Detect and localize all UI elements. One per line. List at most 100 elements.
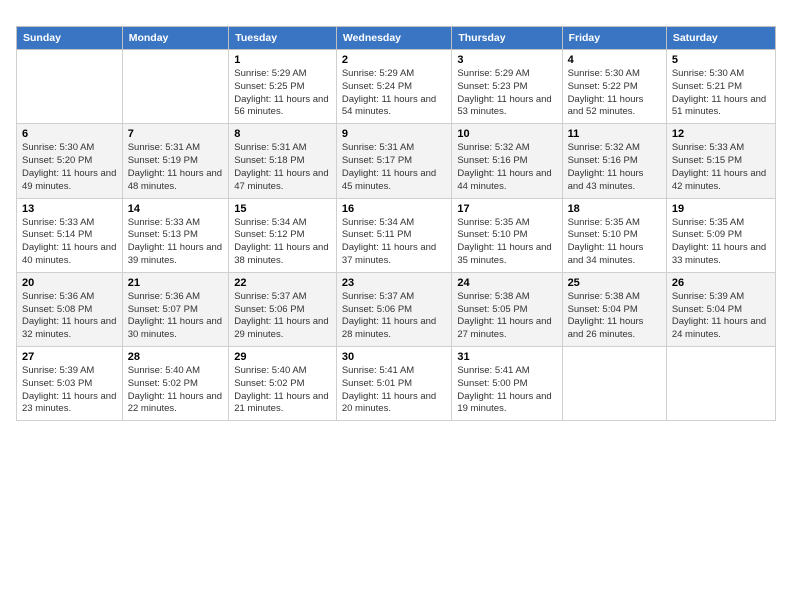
day-cell [122, 50, 229, 124]
day-info: Sunrise: 5:34 AMSunset: 5:11 PMDaylight:… [342, 217, 447, 268]
day-cell: 10 Sunrise: 5:32 AMSunset: 5:16 PMDayligh… [452, 124, 562, 198]
day-cell: 18 Sunrise: 5:35 AMSunset: 5:10 PMDayligh… [562, 198, 666, 272]
header-thursday: Thursday [452, 27, 562, 50]
day-cell: 13 Sunrise: 5:33 AMSunset: 5:14 PMDayligh… [17, 198, 123, 272]
day-number: 14 [128, 203, 224, 215]
day-cell: 16Sunrise: 5:34 AMSunset: 5:11 PMDayligh… [336, 198, 452, 272]
day-info: Sunrise: 5:41 AMSunset: 5:01 PMDaylight:… [342, 365, 447, 416]
day-info: Sunrise: 5:41 AMSunset: 5:00 PMDaylight:… [457, 365, 556, 416]
day-number: 20 [22, 277, 117, 289]
day-number: 11 [568, 128, 661, 140]
day-cell: 23 Sunrise: 5:37 AMSunset: 5:06 PMDayligh… [336, 272, 452, 346]
day-info: Sunrise: 5:30 AMSunset: 5:22 PMDaylight:… [568, 68, 661, 119]
header-wednesday: Wednesday [336, 27, 452, 50]
day-number: 25 [568, 277, 661, 289]
day-cell: 6 Sunrise: 5:30 AMSunset: 5:20 PMDaylight… [17, 124, 123, 198]
day-number: 4 [568, 54, 661, 66]
day-cell: 15 Sunrise: 5:34 AMSunset: 5:12 PMDayligh… [229, 198, 337, 272]
day-cell: 12 Sunrise: 5:33 AMSunset: 5:15 PMDayligh… [666, 124, 775, 198]
day-cell: 3 Sunrise: 5:29 AMSunset: 5:23 PMDaylight… [452, 50, 562, 124]
day-info: Sunrise: 5:38 AMSunset: 5:04 PMDaylight:… [568, 291, 661, 342]
header-friday: Friday [562, 27, 666, 50]
day-info: Sunrise: 5:39 AMSunset: 5:04 PMDaylight:… [672, 291, 770, 342]
week-row-3: 13 Sunrise: 5:33 AMSunset: 5:14 PMDayligh… [17, 198, 776, 272]
day-info: Sunrise: 5:35 AMSunset: 5:10 PMDaylight:… [457, 217, 556, 268]
day-cell [666, 347, 775, 421]
day-cell: 24 Sunrise: 5:38 AMSunset: 5:05 PMDayligh… [452, 272, 562, 346]
day-cell: 19 Sunrise: 5:35 AMSunset: 5:09 PMDayligh… [666, 198, 775, 272]
day-info: Sunrise: 5:40 AMSunset: 5:02 PMDaylight:… [128, 365, 224, 416]
day-info: Sunrise: 5:39 AMSunset: 5:03 PMDaylight:… [22, 365, 117, 416]
day-number: 24 [457, 277, 556, 289]
day-cell: 17Sunrise: 5:35 AMSunset: 5:10 PMDayligh… [452, 198, 562, 272]
day-info: Sunrise: 5:30 AMSunset: 5:20 PMDaylight:… [22, 142, 117, 193]
day-cell: 4 Sunrise: 5:30 AMSunset: 5:22 PMDaylight… [562, 50, 666, 124]
day-cell: 29 Sunrise: 5:40 AMSunset: 5:02 PMDayligh… [229, 347, 337, 421]
day-cell: 22 Sunrise: 5:37 AMSunset: 5:06 PMDayligh… [229, 272, 337, 346]
day-number: 30 [342, 351, 447, 363]
day-number: 29 [234, 351, 331, 363]
day-info: Sunrise: 5:36 AMSunset: 5:07 PMDaylight:… [128, 291, 224, 342]
day-info: Sunrise: 5:31 AMSunset: 5:19 PMDaylight:… [128, 142, 224, 193]
day-info: Sunrise: 5:29 AMSunset: 5:23 PMDaylight:… [457, 68, 556, 119]
day-number: 7 [128, 128, 224, 140]
day-cell: 20 Sunrise: 5:36 AMSunset: 5:08 PMDayligh… [17, 272, 123, 346]
day-cell: 7 Sunrise: 5:31 AMSunset: 5:19 PMDaylight… [122, 124, 229, 198]
day-number: 31 [457, 351, 556, 363]
day-number: 10 [457, 128, 556, 140]
day-cell: 28 Sunrise: 5:40 AMSunset: 5:02 PMDayligh… [122, 347, 229, 421]
day-info: Sunrise: 5:37 AMSunset: 5:06 PMDaylight:… [342, 291, 447, 342]
day-info: Sunrise: 5:31 AMSunset: 5:18 PMDaylight:… [234, 142, 331, 193]
day-info: Sunrise: 5:35 AMSunset: 5:09 PMDaylight:… [672, 217, 770, 268]
day-number: 22 [234, 277, 331, 289]
day-number: 28 [128, 351, 224, 363]
day-cell: 25 Sunrise: 5:38 AMSunset: 5:04 PMDayligh… [562, 272, 666, 346]
day-cell: 21 Sunrise: 5:36 AMSunset: 5:07 PMDayligh… [122, 272, 229, 346]
day-cell: 31 Sunrise: 5:41 AMSunset: 5:00 PMDayligh… [452, 347, 562, 421]
day-info: Sunrise: 5:40 AMSunset: 5:02 PMDaylight:… [234, 365, 331, 416]
day-info: Sunrise: 5:38 AMSunset: 5:05 PMDaylight:… [457, 291, 556, 342]
day-info: Sunrise: 5:32 AMSunset: 5:16 PMDaylight:… [568, 142, 661, 193]
week-row-2: 6 Sunrise: 5:30 AMSunset: 5:20 PMDaylight… [17, 124, 776, 198]
day-info: Sunrise: 5:34 AMSunset: 5:12 PMDaylight:… [234, 217, 331, 268]
page-header: General Blue [16, 16, 776, 18]
day-cell: 2Sunrise: 5:29 AMSunset: 5:24 PMDaylight… [336, 50, 452, 124]
day-info: Sunrise: 5:37 AMSunset: 5:06 PMDaylight:… [234, 291, 331, 342]
day-cell: 30 Sunrise: 5:41 AMSunset: 5:01 PMDayligh… [336, 347, 452, 421]
day-number: 3 [457, 54, 556, 66]
day-info: Sunrise: 5:35 AMSunset: 5:10 PMDaylight:… [568, 217, 661, 268]
header-tuesday: Tuesday [229, 27, 337, 50]
day-cell: 5Sunrise: 5:30 AMSunset: 5:21 PMDaylight… [666, 50, 775, 124]
day-info: Sunrise: 5:36 AMSunset: 5:08 PMDaylight:… [22, 291, 117, 342]
day-number: 26 [672, 277, 770, 289]
day-number: 2 [342, 54, 447, 66]
day-info: Sunrise: 5:33 AMSunset: 5:14 PMDaylight:… [22, 217, 117, 268]
day-number: 6 [22, 128, 117, 140]
day-info: Sunrise: 5:29 AMSunset: 5:25 PMDaylight:… [234, 68, 331, 119]
day-number: 13 [22, 203, 117, 215]
calendar-table: SundayMondayTuesdayWednesdayThursdayFrid… [16, 26, 776, 421]
day-number: 23 [342, 277, 447, 289]
day-cell: 1 Sunrise: 5:29 AMSunset: 5:25 PMDaylight… [229, 50, 337, 124]
day-number: 15 [234, 203, 331, 215]
week-row-1: 1 Sunrise: 5:29 AMSunset: 5:25 PMDaylight… [17, 50, 776, 124]
header-row: SundayMondayTuesdayWednesdayThursdayFrid… [17, 27, 776, 50]
day-number: 27 [22, 351, 117, 363]
day-info: Sunrise: 5:33 AMSunset: 5:15 PMDaylight:… [672, 142, 770, 193]
day-cell: 14Sunrise: 5:33 AMSunset: 5:13 PMDayligh… [122, 198, 229, 272]
day-number: 18 [568, 203, 661, 215]
day-number: 12 [672, 128, 770, 140]
day-info: Sunrise: 5:31 AMSunset: 5:17 PMDaylight:… [342, 142, 447, 193]
day-number: 19 [672, 203, 770, 215]
day-info: Sunrise: 5:32 AMSunset: 5:16 PMDaylight:… [457, 142, 556, 193]
header-saturday: Saturday [666, 27, 775, 50]
day-cell: 8 Sunrise: 5:31 AMSunset: 5:18 PMDaylight… [229, 124, 337, 198]
day-number: 1 [234, 54, 331, 66]
week-row-5: 27 Sunrise: 5:39 AMSunset: 5:03 PMDayligh… [17, 347, 776, 421]
week-row-4: 20 Sunrise: 5:36 AMSunset: 5:08 PMDayligh… [17, 272, 776, 346]
header-monday: Monday [122, 27, 229, 50]
header-sunday: Sunday [17, 27, 123, 50]
day-cell: 26 Sunrise: 5:39 AMSunset: 5:04 PMDayligh… [666, 272, 775, 346]
day-number: 8 [234, 128, 331, 140]
day-number: 21 [128, 277, 224, 289]
